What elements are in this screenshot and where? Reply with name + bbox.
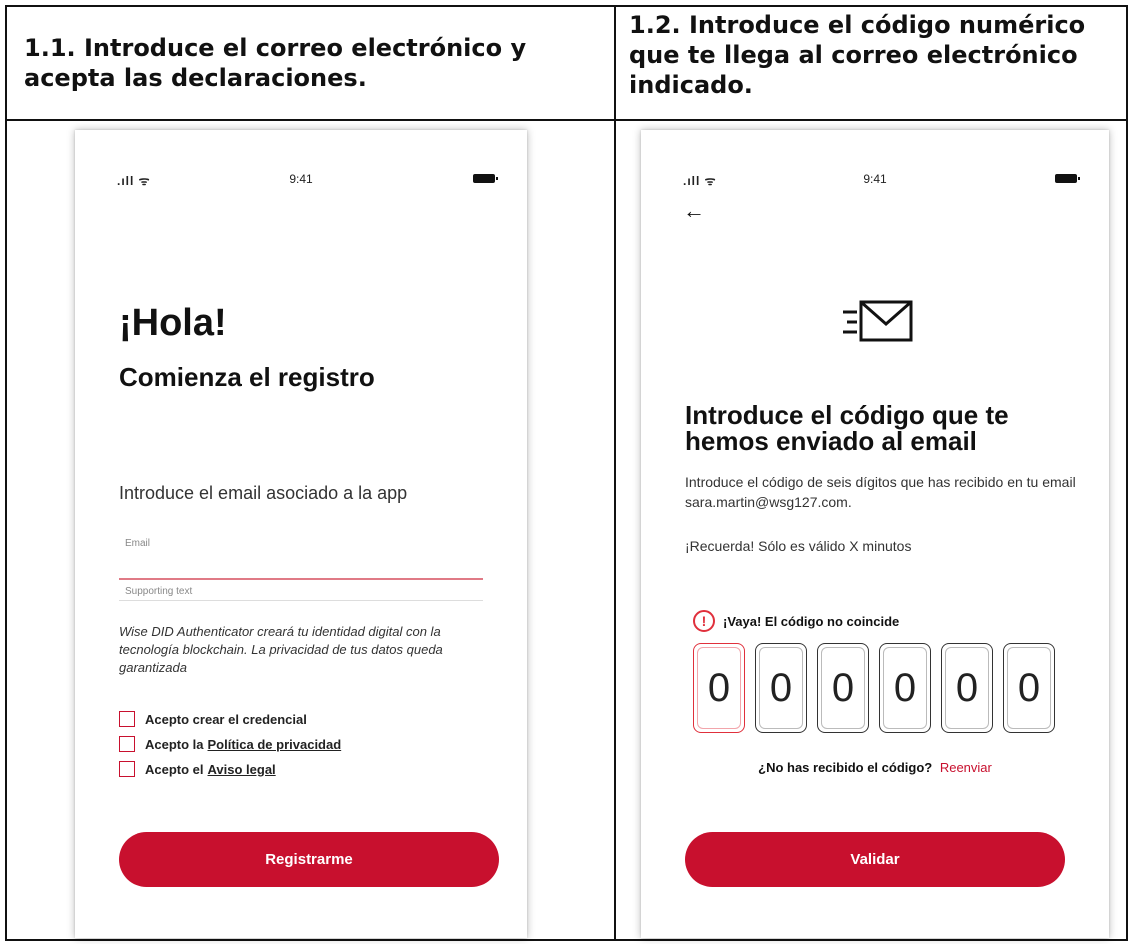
greeting-title: ¡Hola!: [119, 302, 227, 344]
accept-legal-check[interactable]: Acepto el Aviso legal: [119, 760, 276, 778]
register-screen: .ıll ᯤ 9:41 ¡Hola! Comienza el registro …: [75, 130, 527, 938]
digit-box[interactable]: 0: [879, 643, 931, 733]
code-screen: .ıll ᯤ 9:41 ← Introduce el código que te…: [641, 130, 1109, 938]
accept-credential-check[interactable]: Acepto crear el credencial: [119, 710, 307, 728]
resend-link[interactable]: Reenviar: [940, 760, 992, 775]
privacy-policy-link[interactable]: Política de privacidad: [208, 737, 342, 752]
status-bar: .ıll ᯤ 9:41: [641, 172, 1109, 188]
supporting-text: Supporting text: [125, 586, 193, 597]
code-description: Introduce el código de seis dígitos que …: [685, 474, 1076, 510]
table-column-divider: [614, 7, 616, 939]
email-field[interactable]: Email: [119, 530, 483, 580]
register-subtitle: Comienza el registro: [119, 362, 375, 392]
step-1-2-heading: 1.2. Introduce el código numérico que te…: [629, 11, 1086, 99]
battery-icon: [1055, 174, 1080, 183]
check-label: Acepto el: [145, 761, 204, 777]
legal-notice-link[interactable]: Aviso legal: [208, 762, 276, 777]
checkbox[interactable]: [119, 736, 135, 752]
validity-reminder: ¡Recuerda! Sólo es válido X minutos: [685, 538, 912, 554]
checkbox[interactable]: [119, 711, 135, 727]
digit-box[interactable]: 0: [1003, 643, 1055, 733]
alert-icon: !: [693, 610, 715, 632]
error-message: ! ¡Vaya! El código no coincide: [693, 610, 899, 632]
checkbox[interactable]: [119, 761, 135, 777]
register-button[interactable]: Registrarme: [119, 832, 499, 887]
email-field-label: Email: [125, 538, 151, 549]
privacy-disclaimer: Wise DID Authenticator creará tu identid…: [119, 624, 443, 675]
status-time: 9:41: [289, 172, 313, 186]
step-1-1-heading: 1.1. Introduce el correo electrónico y a…: [24, 34, 527, 92]
divider: [119, 600, 483, 601]
resend-row: ¿No has recibido el código? Reenviar: [641, 760, 1109, 775]
validate-button[interactable]: Validar: [685, 832, 1065, 887]
code-input: 0 0 0 0 0 0: [693, 643, 1055, 733]
arrow-left-icon[interactable]: ←: [683, 198, 705, 224]
error-text: ¡Vaya! El código no coincide: [723, 613, 900, 629]
check-label: Acepto la: [145, 736, 204, 752]
table-row-divider: [7, 119, 1126, 121]
resend-question: ¿No has recibido el código?: [758, 760, 933, 775]
check-label: Acepto crear el credencial: [145, 711, 307, 727]
digit-box[interactable]: 0: [941, 643, 993, 733]
digit-box[interactable]: 0: [755, 643, 807, 733]
email-intro-text: Introduce el email asociado a la app: [119, 483, 408, 503]
status-bar: .ıll ᯤ 9:41: [75, 172, 527, 188]
envelope-send-icon: [843, 300, 913, 342]
digit-box[interactable]: 0: [693, 643, 745, 733]
accept-privacy-check[interactable]: Acepto la Política de privacidad: [119, 735, 341, 753]
battery-icon: [473, 174, 498, 183]
code-title: Introduce el código que te hemos enviado…: [685, 400, 1009, 456]
digit-box[interactable]: 0: [817, 643, 869, 733]
status-time: 9:41: [863, 172, 887, 186]
